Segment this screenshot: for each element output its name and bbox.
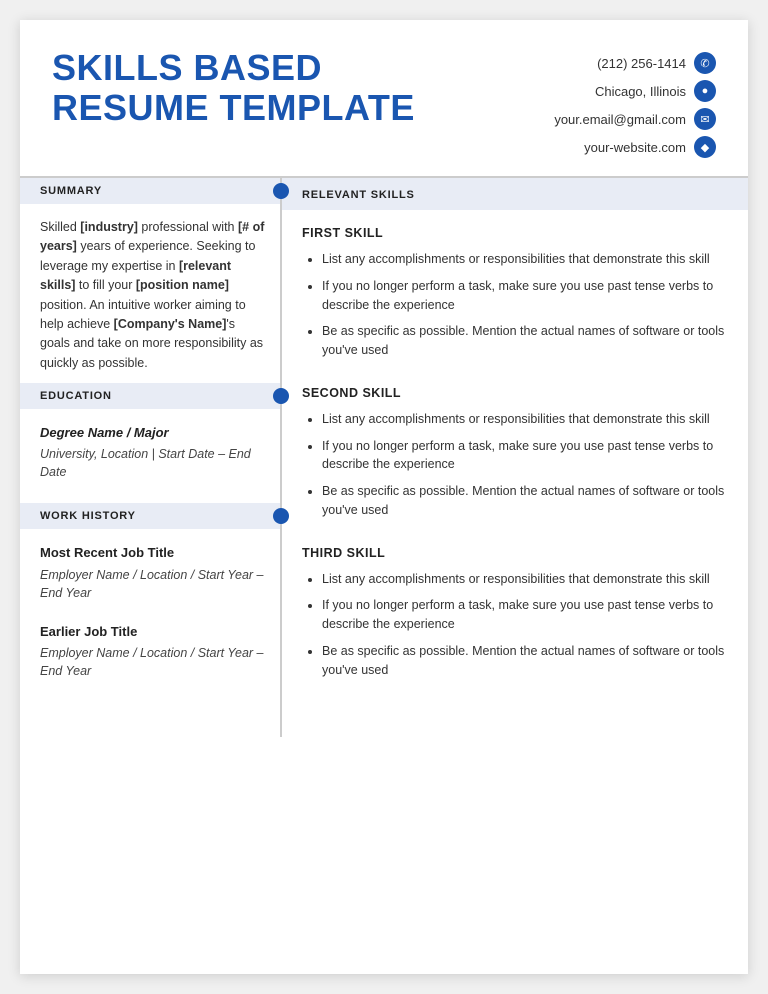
location-icon: ● <box>694 80 716 102</box>
relevant-skills-bar: RELEVANT SKILLS <box>282 178 748 210</box>
body: SUMMARY Skilled [industry] professional … <box>20 178 748 737</box>
skill-title-1: FIRST SKILL <box>302 226 728 240</box>
skill-3-bullet-1: List any accomplishments or responsibili… <box>322 570 728 589</box>
skill-section-1: FIRST SKILL List any accomplishments or … <box>282 226 748 386</box>
phone-value: (212) 256-1414 <box>597 56 686 71</box>
email-row: your.email@gmail.com ✉ <box>554 108 716 130</box>
website-icon: ◆ <box>694 136 716 158</box>
skill-section-3: THIRD SKILL List any accomplishments or … <box>282 546 748 706</box>
work-history-content: Most Recent Job Title Employer Name / Lo… <box>20 543 280 680</box>
work-detail-2: Employer Name / Location / Start Year – … <box>40 644 266 680</box>
education-section: EDUCATION Degree Name / Major University… <box>20 383 280 481</box>
summary-dot <box>273 183 289 199</box>
email-icon: ✉ <box>694 108 716 130</box>
location-value: Chicago, Illinois <box>595 84 686 99</box>
header-contact: (212) 256-1414 ✆ Chicago, Illinois ● you… <box>516 48 716 158</box>
skill-1-bullet-2: If you no longer perform a task, make su… <box>322 277 728 315</box>
summary-bar: SUMMARY <box>20 178 280 204</box>
work-history-section: WORK HISTORY Most Recent Job Title Emplo… <box>20 503 280 680</box>
resume-title: SKILLS BASED RESUME TEMPLATE <box>52 48 415 127</box>
work-history-dot <box>273 508 289 524</box>
right-column: RELEVANT SKILLS FIRST SKILL List any acc… <box>282 178 748 737</box>
work-detail-1: Employer Name / Location / Start Year – … <box>40 566 266 602</box>
skill-section-2: SECOND SKILL List any accomplishments or… <box>282 386 748 546</box>
work-title-2: Earlier Job Title <box>40 622 266 642</box>
skill-2-bullet-1: List any accomplishments or responsibili… <box>322 410 728 429</box>
left-column: SUMMARY Skilled [industry] professional … <box>20 178 282 737</box>
relevant-skills-label: RELEVANT SKILLS <box>302 189 415 201</box>
phone-icon: ✆ <box>694 52 716 74</box>
website-value: your-website.com <box>584 140 686 155</box>
skill-list-2: List any accomplishments or responsibili… <box>302 410 728 520</box>
skill-list-3: List any accomplishments or responsibili… <box>302 570 728 680</box>
skill-3-bullet-3: Be as specific as possible. Mention the … <box>322 642 728 680</box>
skill-title-2: SECOND SKILL <box>302 386 728 400</box>
work-entry-1: Most Recent Job Title Employer Name / Lo… <box>40 543 266 601</box>
summary-content: Skilled [industry] professional with [# … <box>20 218 280 373</box>
skill-1-bullet-3: Be as specific as possible. Mention the … <box>322 322 728 360</box>
summary-section: SUMMARY Skilled [industry] professional … <box>20 178 280 373</box>
skill-2-bullet-2: If you no longer perform a task, make su… <box>322 437 728 475</box>
skill-title-3: THIRD SKILL <box>302 546 728 560</box>
education-bar: EDUCATION <box>20 383 280 409</box>
education-label: EDUCATION <box>40 390 112 402</box>
location-row: Chicago, Illinois ● <box>595 80 716 102</box>
work-title-1: Most Recent Job Title <box>40 543 266 563</box>
header: SKILLS BASED RESUME TEMPLATE (212) 256-1… <box>20 20 748 178</box>
skill-1-bullet-1: List any accomplishments or responsibili… <box>322 250 728 269</box>
phone-row: (212) 256-1414 ✆ <box>597 52 716 74</box>
summary-label: SUMMARY <box>40 185 102 197</box>
header-title: SKILLS BASED RESUME TEMPLATE <box>52 48 415 127</box>
education-dot <box>273 388 289 404</box>
edu-detail: University, Location | Start Date – End … <box>40 445 266 481</box>
email-value: your.email@gmail.com <box>554 112 686 127</box>
work-history-label: WORK HISTORY <box>40 510 136 522</box>
skill-2-bullet-3: Be as specific as possible. Mention the … <box>322 482 728 520</box>
skill-list-1: List any accomplishments or responsibili… <box>302 250 728 360</box>
education-content: Degree Name / Major University, Location… <box>20 423 280 481</box>
edu-degree: Degree Name / Major <box>40 423 266 443</box>
skill-3-bullet-2: If you no longer perform a task, make su… <box>322 596 728 634</box>
work-entry-2: Earlier Job Title Employer Name / Locati… <box>40 622 266 680</box>
resume-page: SKILLS BASED RESUME TEMPLATE (212) 256-1… <box>20 20 748 974</box>
summary-text: Skilled [industry] professional with [# … <box>40 218 266 373</box>
work-history-bar: WORK HISTORY <box>20 503 280 529</box>
website-row: your-website.com ◆ <box>584 136 716 158</box>
